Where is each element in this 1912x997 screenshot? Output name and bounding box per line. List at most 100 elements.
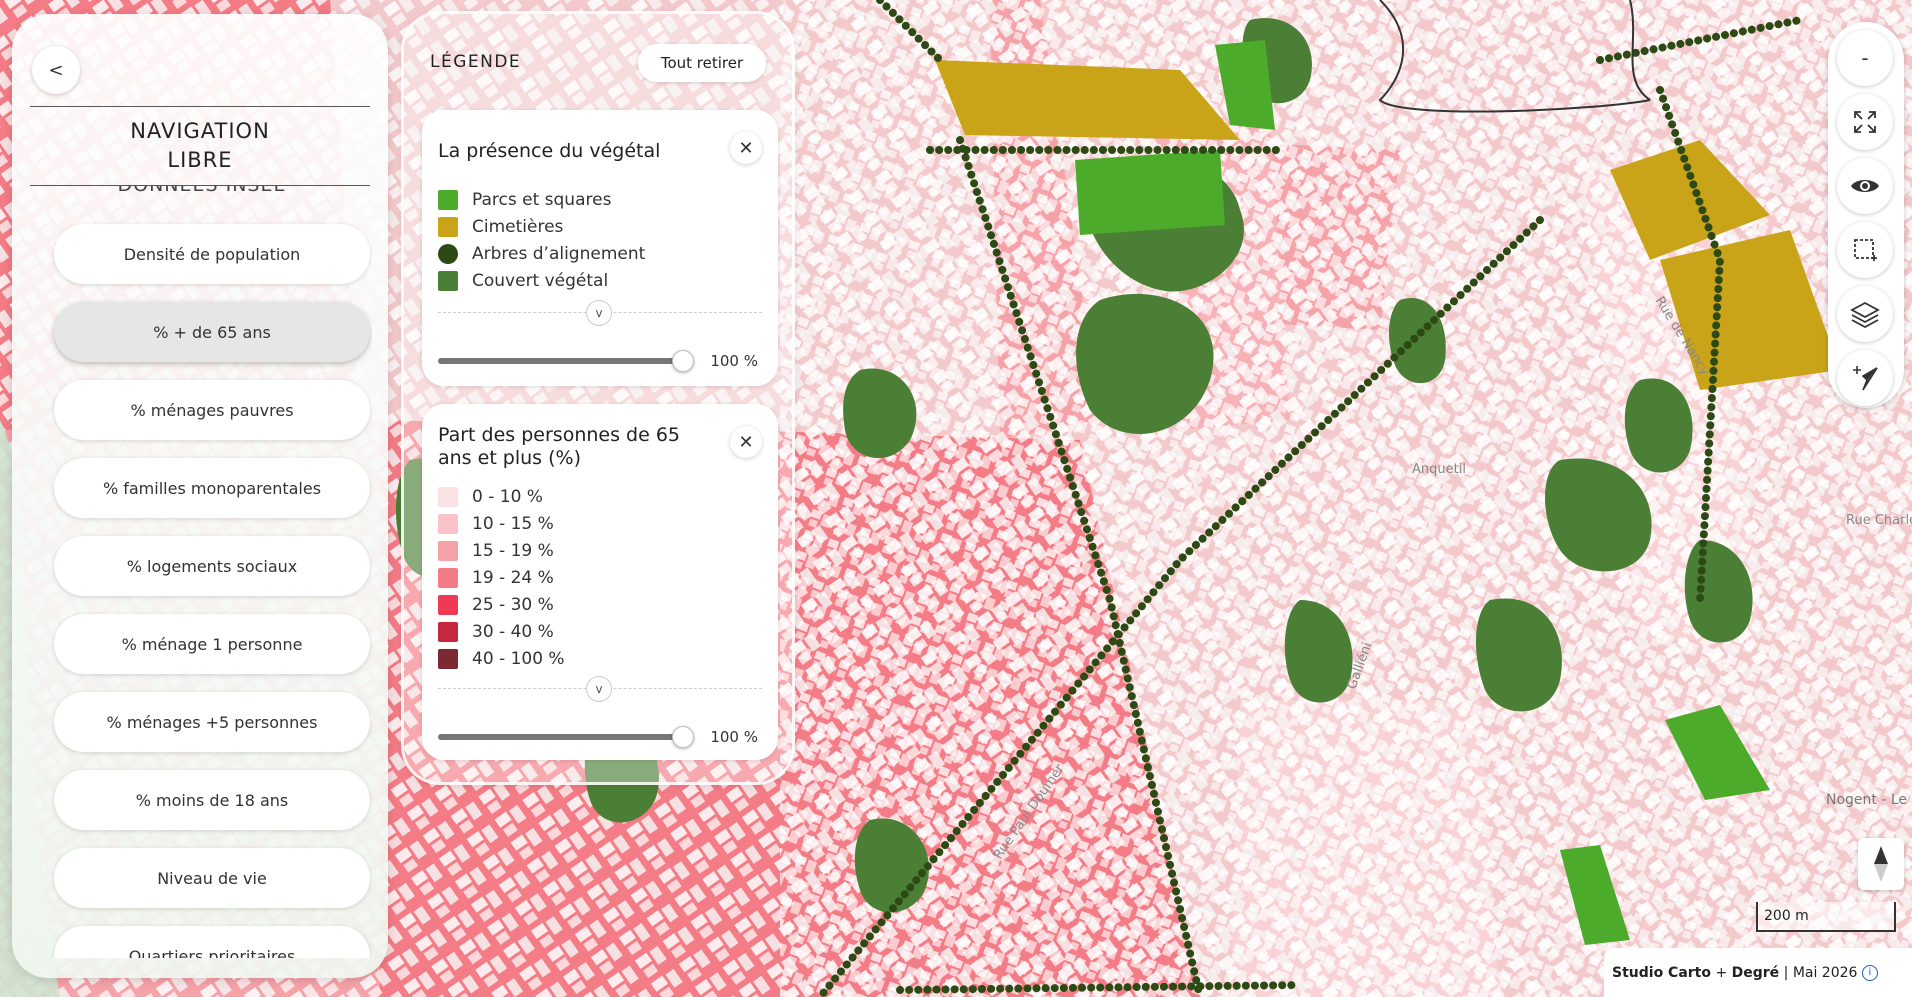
minus-icon: - (1861, 46, 1869, 70)
legend-item-label: Parcs et squares (472, 190, 612, 210)
indicator-label: Densité de population (123, 244, 301, 264)
legend-item-label: 25 - 30 % (472, 595, 554, 615)
legend-swatch (438, 217, 458, 237)
indicator-label: % + de 65 ans (153, 322, 271, 342)
legend-card-title: La présence du végétal (438, 140, 661, 162)
opacity-slider-thumb[interactable] (672, 350, 694, 372)
map-toolbar: - (1828, 22, 1904, 408)
map-street-label: Nogent - Le Perreux (1826, 792, 1912, 808)
legend-swatch (438, 595, 458, 615)
indicator-button[interactable]: % moins de 18 ans (54, 770, 370, 830)
attribution-studio: Studio Carto (1612, 964, 1711, 981)
compass-button[interactable] (1858, 838, 1904, 890)
opacity-value: 100 % (710, 728, 758, 746)
legend-item-label: 10 - 15 % (472, 514, 554, 534)
legend-item-label: 19 - 24 % (472, 568, 554, 588)
opacity-slider-fill (438, 734, 682, 740)
scale-bar: 200 m (1756, 902, 1896, 932)
remove-layer-button[interactable]: ✕ (730, 132, 762, 164)
scale-label: 200 m (1764, 908, 1809, 924)
section-title: DONNÉES INSEE (32, 186, 372, 196)
clear-all-button[interactable]: Tout retirer (638, 44, 766, 82)
info-icon[interactable]: i (1861, 964, 1878, 981)
legend-swatch (438, 622, 458, 642)
compass-icon (1874, 846, 1888, 882)
indicator-label: Niveau de vie (157, 868, 267, 888)
fullscreen-button[interactable] (1837, 94, 1893, 150)
legend-item: Parcs et squares (438, 189, 611, 211)
back-label: < (48, 59, 64, 81)
eye-icon (1851, 180, 1879, 192)
indicator-button[interactable]: Quartiers prioritaires (54, 926, 370, 958)
legend-swatch (438, 487, 458, 507)
legend-item-label: Couvert végétal (472, 271, 609, 291)
legend-item: 40 - 100 % (438, 648, 565, 670)
attribution-plus: + (1715, 964, 1728, 981)
visibility-button[interactable] (1837, 158, 1893, 214)
legend-card-elderly-share: Part des personnes de 65 ans et plus (%)… (422, 404, 778, 760)
indicator-label: % ménage 1 personne (121, 634, 303, 654)
opacity-value: 100 % (710, 352, 758, 370)
crop-select-icon (1854, 239, 1877, 261)
layers-icon (1850, 301, 1880, 328)
layers-button[interactable] (1837, 286, 1893, 342)
legend-item-label: 30 - 40 % (472, 622, 554, 642)
zoom-out-button[interactable]: - (1837, 30, 1893, 86)
legend-item: 15 - 19 % (438, 540, 554, 562)
indicator-label: % familles monoparentales (102, 478, 322, 498)
legend-item: Cimetières (438, 216, 563, 238)
legend-item-label: Cimetières (472, 217, 564, 237)
legend-swatch (438, 271, 458, 291)
indicator-label: % ménages pauvres (130, 400, 294, 420)
legend-swatch (438, 190, 458, 210)
indicator-button[interactable]: % + de 65 ans (54, 302, 370, 362)
chevron-down-icon: v (595, 306, 603, 320)
legend-swatch (438, 244, 458, 264)
locate-button[interactable] (1837, 350, 1893, 406)
legend-item: 19 - 24 % (438, 567, 554, 589)
legend-item: 0 - 10 % (438, 486, 543, 508)
fullscreen-icon (1854, 111, 1876, 133)
close-icon: ✕ (738, 137, 754, 159)
indicator-label: % ménages +5 personnes (106, 712, 318, 732)
remove-layer-button[interactable]: ✕ (730, 426, 762, 458)
indicator-label: % logements sociaux (126, 556, 298, 576)
navigation-title: NAVIGATION LIBRE (130, 119, 270, 172)
legend-swatch (438, 541, 458, 561)
indicator-button[interactable]: % ménages +5 personnes (54, 692, 370, 752)
opacity-slider[interactable] (438, 350, 694, 372)
legend-item-label: 40 - 100 % (472, 649, 565, 669)
legend-card-vegetation: La présence du végétal ✕ Parcs et square… (422, 110, 778, 386)
legend-item: Couvert végétal (438, 270, 608, 292)
legend-item-label: 15 - 19 % (472, 541, 554, 561)
legend-panel: LÉGENDE Tout retirer La présence du végé… (404, 14, 792, 782)
opacity-slider[interactable] (438, 726, 694, 748)
legend-swatch (438, 568, 458, 588)
indicator-button[interactable]: % ménages pauvres (54, 380, 370, 440)
indicator-button[interactable]: % ménage 1 personne (54, 614, 370, 674)
indicator-button[interactable]: % logements sociaux (54, 536, 370, 596)
expand-legend-button[interactable]: v (586, 300, 612, 326)
navigation-title-box: NAVIGATION LIBRE (30, 106, 370, 186)
close-icon: ✕ (738, 431, 754, 453)
legend-title: LÉGENDE (430, 52, 522, 72)
indicator-button[interactable]: Niveau de vie (54, 848, 370, 908)
map-street-label: Anquetil (1412, 462, 1466, 477)
area-select-button[interactable] (1837, 222, 1893, 278)
chevron-down-icon: v (595, 682, 603, 696)
clear-all-label: Tout retirer (660, 54, 744, 72)
indicator-label: % moins de 18 ans (135, 790, 289, 810)
expand-legend-button[interactable]: v (586, 676, 612, 702)
indicator-button[interactable]: Densité de population (54, 224, 370, 284)
attribution-partner: Degré (1731, 964, 1780, 981)
legend-item: 10 - 15 % (438, 513, 554, 535)
indicator-list[interactable]: DONNÉES INSEE Densité de population % + … (32, 186, 372, 958)
legend-item: 25 - 30 % (438, 594, 554, 616)
locate-icon (1853, 366, 1878, 391)
legend-item-label: Arbres d’alignement (472, 244, 646, 264)
back-button[interactable]: < (32, 46, 80, 94)
indicator-label: Quartiers prioritaires (128, 946, 296, 959)
opacity-slider-thumb[interactable] (672, 726, 694, 748)
indicator-button[interactable]: % familles monoparentales (54, 458, 370, 518)
opacity-slider-fill (438, 358, 682, 364)
